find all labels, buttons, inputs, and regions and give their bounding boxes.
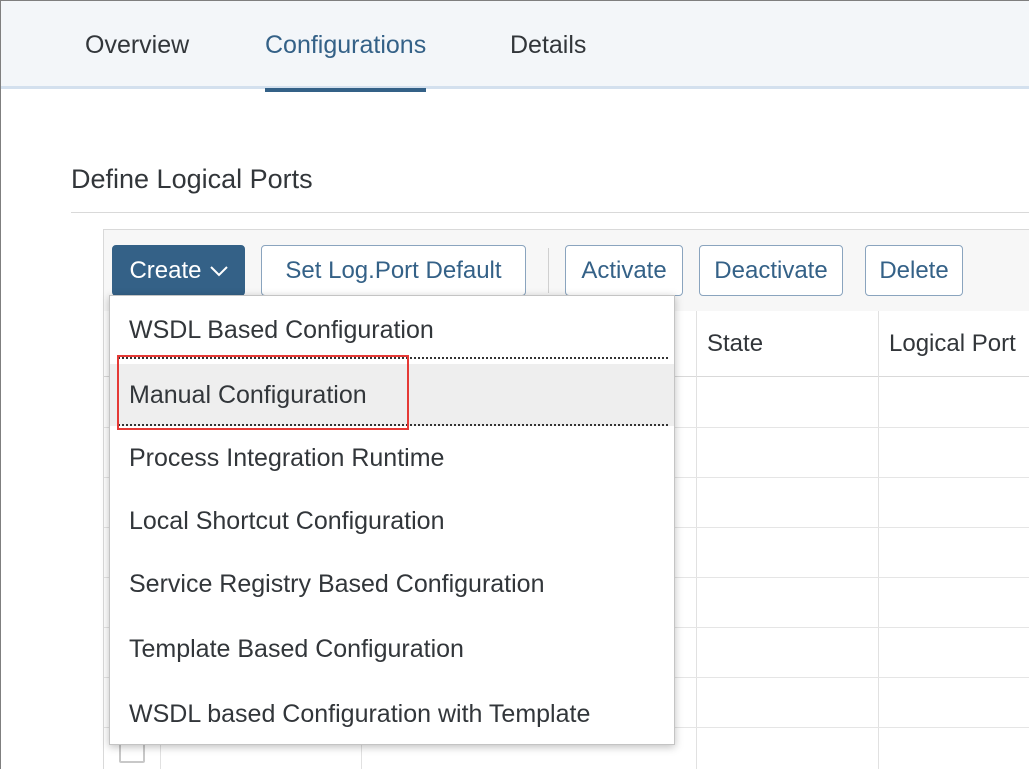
menu-item-manual-configuration[interactable]: Manual Configuration [110,364,674,426]
column-divider [696,311,697,769]
tab-bar: Overview Configurations Details [1,1,1029,92]
menu-item-process-integration-runtime[interactable]: Process Integration Runtime [110,427,674,489]
delete-button[interactable]: Delete [865,245,963,296]
set-log-port-default-button[interactable]: Set Log.Port Default [261,245,526,296]
tab-configurations[interactable]: Configurations [265,1,427,92]
create-button-label: Create [129,256,202,284]
chevron-down-icon [209,265,228,277]
focus-outline [118,424,668,426]
tab-overview[interactable]: Overview [85,1,189,89]
menu-item-template-based-configuration[interactable]: Template Based Configuration [110,618,674,680]
menu-item-local-shortcut-configuration[interactable]: Local Shortcut Configuration [110,490,674,552]
column-divider [878,311,879,769]
create-dropdown-menu: WSDL Based Configuration Manual Configur… [109,295,675,745]
deactivate-button[interactable]: Deactivate [699,245,843,296]
activate-button[interactable]: Activate [565,245,683,296]
menu-item-service-registry-based-configuration[interactable]: Service Registry Based Configuration [110,553,674,615]
section-divider [71,212,1029,213]
menu-item-wsdl-based-configuration[interactable]: WSDL Based Configuration [110,299,674,361]
column-header-state[interactable]: State [707,311,867,377]
tab-details[interactable]: Details [510,1,586,89]
menu-item-wsdl-based-configuration-with-template[interactable]: WSDL based Configuration with Template [110,683,674,745]
section-title: Define Logical Ports [71,164,313,194]
focus-outline [118,357,668,359]
column-header-logical-port[interactable]: Logical Port [889,311,1029,377]
create-button[interactable]: Create [112,245,245,296]
toolbar-separator [548,248,549,293]
